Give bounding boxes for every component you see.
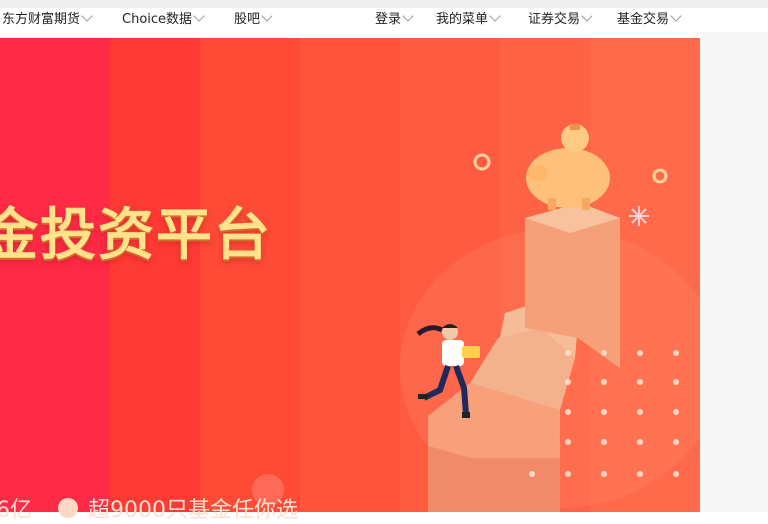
chevron-down-icon [581, 10, 593, 22]
nav-item-fund-trading[interactable]: 基金交易 [617, 10, 682, 29]
chevron-down-icon [489, 10, 501, 22]
sparkle-icon [629, 206, 649, 226]
page-margin [700, 32, 768, 512]
nav-item-east-money-futures[interactable]: 东方财富期货 [2, 10, 93, 29]
banner-stat-right: 超9000只基金任你选 [88, 498, 298, 523]
nav-item-login[interactable]: 登录 [375, 10, 414, 29]
nav-label: 我的菜单 [436, 12, 489, 27]
nav-label: 证券交易 [528, 12, 581, 27]
fund-icon [58, 498, 78, 518]
banner-headline: 金投资平台 [0, 202, 272, 268]
chevron-down-icon [670, 10, 682, 22]
nav-item-my-menu[interactable]: 我的菜单 [436, 10, 501, 29]
chevron-down-icon [402, 10, 414, 22]
nav-item-choice-data[interactable]: Choice数据 [122, 10, 205, 29]
coin-ring-icon [652, 168, 668, 184]
nav-label: 登录 [375, 12, 402, 27]
nav-label: 股吧 [234, 12, 261, 27]
nav-label: 基金交易 [617, 12, 670, 27]
nav-item-guba[interactable]: 股吧 [234, 10, 273, 29]
banner-illustration [252, 124, 700, 512]
nav-label: 东方财富期货 [2, 12, 81, 27]
promo-banner[interactable]: 金投资平台 [0, 38, 700, 512]
chevron-down-icon [81, 10, 93, 22]
piggy-bank-icon [526, 124, 610, 210]
nav-item-securities-trading[interactable]: 证券交易 [528, 10, 593, 29]
coin-ring-icon [473, 153, 491, 171]
chevron-down-icon [261, 10, 273, 22]
top-nav-bar: 东方财富期货 Choice数据 股吧 登录 我的菜单 证券交易 基金交易 [0, 8, 700, 32]
nav-label: Choice数据 [122, 12, 193, 27]
chevron-down-icon [193, 10, 205, 22]
top-strip [0, 0, 768, 8]
banner-stat-left: 6亿 [0, 498, 32, 523]
